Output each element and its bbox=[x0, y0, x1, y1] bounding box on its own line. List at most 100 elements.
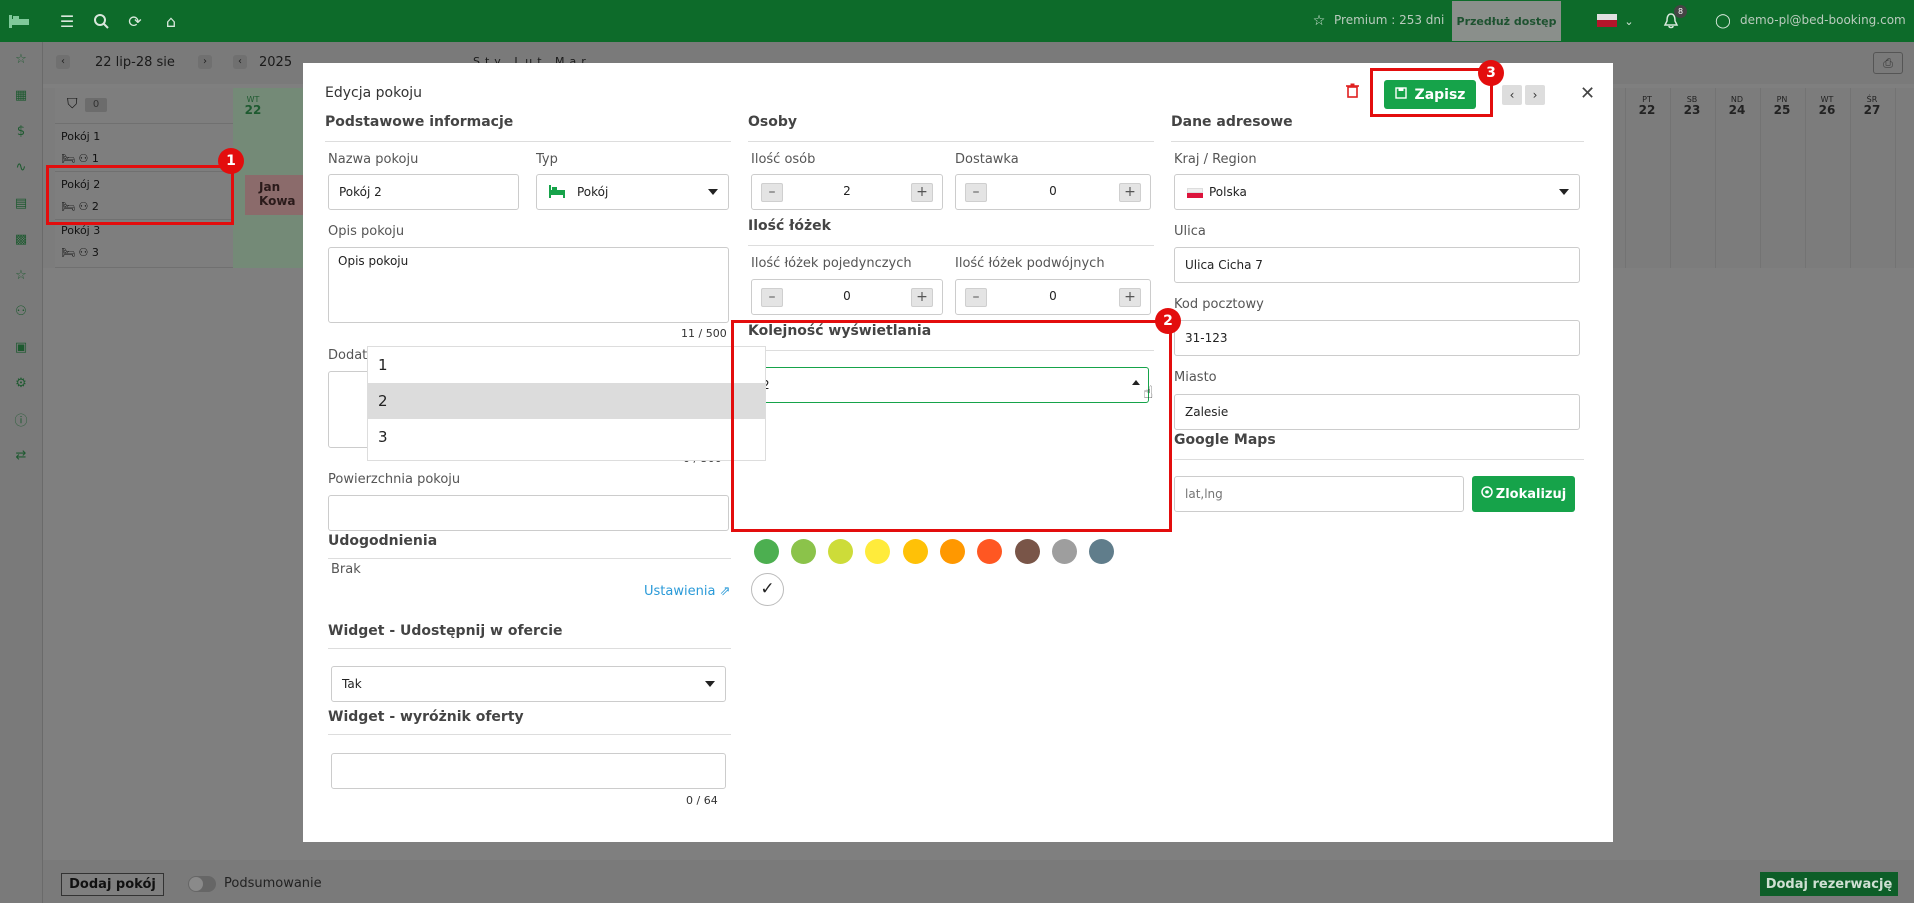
color-swatch-green[interactable] bbox=[754, 539, 779, 564]
notification-badge: 8 bbox=[1674, 5, 1687, 18]
print-icon[interactable]: ⎙ bbox=[1873, 52, 1903, 74]
area-label: Powierzchnia pokoju bbox=[328, 472, 461, 487]
nav-grid-icon[interactable]: ▩ bbox=[10, 228, 32, 250]
room-name: Pokój 1 bbox=[61, 130, 101, 143]
dropdown-option-selected[interactable]: 2 bbox=[368, 383, 765, 419]
chevron-down-icon[interactable]: ⌄ bbox=[1618, 10, 1640, 32]
bottom-bar bbox=[43, 860, 1914, 903]
top-bar: ☰ ⟳ ⌂ ☆ Premium : 253 dni Przedłuż dostę… bbox=[0, 0, 1914, 42]
persons-heading: Osoby bbox=[748, 114, 797, 130]
chevron-down-icon bbox=[705, 681, 715, 687]
home-icon[interactable]: ⌂ bbox=[160, 10, 182, 32]
prev-room-icon[interactable]: ‹ bbox=[1502, 85, 1522, 105]
chevron-down-icon bbox=[708, 189, 718, 195]
user-icon[interactable]: ◯ bbox=[1712, 10, 1734, 32]
color-swatch-grey[interactable] bbox=[1052, 539, 1077, 564]
room-row[interactable]: Pokój 1 🛏 ⚇ 1 bbox=[55, 124, 233, 172]
nav-chart-icon[interactable]: ∿ bbox=[10, 156, 32, 178]
room-row[interactable]: Pokój 2 🛏 ⚇ 2 bbox=[55, 172, 233, 220]
summary-toggle[interactable] bbox=[188, 876, 216, 892]
color-swatch-orange[interactable] bbox=[940, 539, 965, 564]
refresh-icon[interactable]: ⟳ bbox=[124, 10, 146, 32]
dropdown-option[interactable]: 1 bbox=[368, 347, 765, 383]
color-swatch-amber[interactable] bbox=[903, 539, 928, 564]
nav-calendar-icon[interactable]: ▦ bbox=[10, 84, 32, 106]
summary-label: Podsumowanie bbox=[224, 876, 322, 891]
room-name-label: Nazwa pokoju bbox=[328, 152, 419, 167]
map-pin-icon bbox=[1481, 485, 1493, 503]
menu-icon[interactable]: ☰ bbox=[56, 10, 78, 32]
callout-number: 3 bbox=[1478, 60, 1504, 86]
double-beds-stepper: – 0 + bbox=[955, 279, 1151, 315]
booking-bar[interactable]: Jan Kowa bbox=[245, 175, 303, 215]
nav-sync-icon[interactable]: ⇄ bbox=[10, 444, 32, 466]
nav-add-user-icon[interactable]: ⚇ bbox=[10, 300, 32, 322]
left-nav: ☆ ▦ $ ∿ ▤ ▩ ☆ ⚇ ▣ ⚙ ⓘ ⇄ bbox=[0, 42, 43, 903]
street-input[interactable]: Ulica Cicha 7 bbox=[1174, 247, 1580, 283]
locate-button[interactable]: Zlokalizuj bbox=[1472, 476, 1575, 512]
display-order-select[interactable]: 2 bbox=[751, 367, 1149, 403]
bed-logo-icon[interactable] bbox=[8, 10, 30, 32]
filter-icon[interactable]: ⛉ bbox=[67, 96, 78, 112]
address-heading: Dane adresowe bbox=[1171, 114, 1293, 130]
color-swatch-light-green[interactable] bbox=[791, 539, 816, 564]
checkmark-icon[interactable]: ✓ bbox=[751, 573, 784, 606]
nav-star-icon[interactable]: ☆ bbox=[10, 48, 32, 70]
search-icon[interactable] bbox=[90, 10, 112, 32]
add-room-button[interactable]: Dodaj pokój bbox=[61, 873, 164, 896]
next-room-icon[interactable]: › bbox=[1525, 85, 1545, 105]
nav-gear-icon[interactable]: ⚙ bbox=[10, 372, 32, 394]
single-beds-label: Ilość łóżek pojedynczych bbox=[751, 256, 912, 271]
plus-button[interactable]: + bbox=[911, 183, 933, 202]
color-swatch-brown[interactable] bbox=[1015, 539, 1040, 564]
prev-year-icon[interactable]: ‹ bbox=[233, 55, 247, 69]
postal-code-input[interactable]: 31-123 bbox=[1174, 320, 1580, 356]
day-header: SB 23 bbox=[1683, 95, 1701, 117]
flag-pl-icon[interactable] bbox=[1597, 14, 1617, 27]
settings-link[interactable]: Ustawienia ⇗ bbox=[644, 584, 730, 599]
description-textarea[interactable]: Opis pokoju bbox=[328, 247, 729, 323]
widget-share-heading: Widget - Udostępnij w ofercie bbox=[328, 623, 563, 639]
city-input[interactable]: Zalesie bbox=[1174, 394, 1580, 430]
amenities-heading: Udogodnienia bbox=[328, 533, 438, 549]
nav-briefcase-icon[interactable]: ▣ bbox=[10, 336, 32, 358]
color-swatch-lime[interactable] bbox=[828, 539, 853, 564]
extend-access-button[interactable]: Przedłuż dostęp bbox=[1452, 1, 1561, 41]
plus-button[interactable]: + bbox=[911, 288, 933, 307]
latlng-input[interactable] bbox=[1174, 476, 1464, 512]
add-reservation-button[interactable]: Dodaj rezerwację bbox=[1760, 872, 1898, 896]
modal-title: Edycja pokoju bbox=[325, 85, 423, 101]
room-capacity: 🛏 ⚇ 2 bbox=[61, 200, 99, 213]
day-header: PN 25 bbox=[1773, 95, 1791, 117]
nav-info-icon[interactable]: ⓘ bbox=[10, 408, 32, 430]
country-label: Kraj / Region bbox=[1174, 152, 1257, 167]
plus-button[interactable]: + bbox=[1119, 288, 1141, 307]
type-label: Typ bbox=[536, 152, 558, 167]
day-header: WT 26 bbox=[1818, 95, 1836, 117]
room-row[interactable]: Pokój 3 🛏 ⚇ 3 bbox=[55, 220, 233, 268]
room-name-input[interactable]: Pokój 2 bbox=[328, 174, 519, 210]
user-email[interactable]: demo-pl@bed-booking.com bbox=[1740, 13, 1906, 27]
area-input[interactable] bbox=[328, 495, 729, 531]
nav-document-icon[interactable]: ▤ bbox=[10, 192, 32, 214]
next-range-icon[interactable]: › bbox=[198, 55, 212, 69]
delete-icon[interactable] bbox=[1346, 83, 1359, 102]
type-select[interactable]: Pokój bbox=[536, 174, 729, 210]
grid-filter-cell: ⛉ 0 bbox=[55, 88, 233, 124]
day-header: ND 24 bbox=[1728, 95, 1746, 117]
display-order-heading: Kolejność wyświetlania bbox=[748, 323, 932, 339]
nav-dollar-icon[interactable]: $ bbox=[10, 120, 32, 142]
dropdown-option[interactable]: 3 bbox=[368, 419, 765, 455]
color-swatch-deep-orange[interactable] bbox=[977, 539, 1002, 564]
nav-favorite-icon[interactable]: ☆ bbox=[10, 264, 32, 286]
color-swatch-blue-grey[interactable] bbox=[1089, 539, 1114, 564]
widget-highlight-input[interactable] bbox=[331, 753, 726, 789]
display-order-dropdown: 1 2 3 bbox=[367, 346, 766, 461]
plus-button[interactable]: + bbox=[1119, 183, 1141, 202]
color-swatch-yellow[interactable] bbox=[865, 539, 890, 564]
save-button[interactable]: Zapisz bbox=[1384, 80, 1476, 109]
prev-range-icon[interactable]: ‹ bbox=[56, 55, 70, 69]
country-select[interactable]: Polska bbox=[1174, 174, 1580, 210]
close-icon[interactable]: ✕ bbox=[1580, 83, 1595, 104]
widget-share-select[interactable]: Tak bbox=[331, 666, 726, 702]
